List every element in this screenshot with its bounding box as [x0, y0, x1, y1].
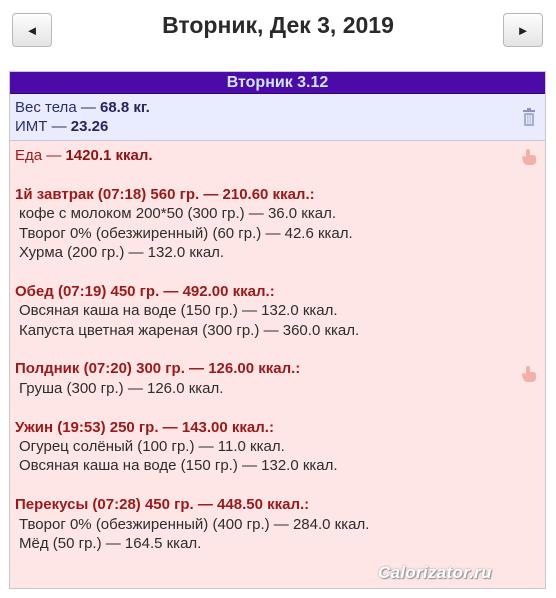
food-item[interactable]: кофе с молоком 200*50 (300 гр.) — 36.0 к… [15, 204, 545, 223]
meal-breakfast[interactable]: 1й завтрак (07:18) 560 гр. — 210.60 ккал… [15, 185, 545, 263]
right-triangle-icon: ► [516, 22, 530, 38]
bmi-row: ИМТ — 23.26 [15, 117, 545, 136]
bmi-value: 23.26 [70, 118, 109, 135]
date-navigation-bar: ◄ Вторник, Дек 3, 2019 ► [0, 0, 556, 62]
next-day-button[interactable]: ► [503, 13, 543, 47]
previous-day-button[interactable]: ◄ [12, 13, 52, 47]
meal-title: Полдник (07:20) 300 гр. — 126.00 ккал.: [15, 360, 301, 378]
food-item[interactable]: Мёд (50 гр.) — 164.5 ккал. [15, 534, 545, 553]
day-header: Вторник 3.12 [10, 72, 545, 94]
meal-title: Перекусы (07:28) 450 гр. — 448.50 ккал.: [15, 496, 310, 514]
meal-dinner[interactable]: Ужин (19:53) 250 гр. — 143.00 ккал.: Огу… [15, 418, 545, 476]
food-item[interactable]: Хурма (200 гр.) — 132.0 ккал. [15, 243, 545, 262]
meal-afternoon-snack[interactable]: Полдник (07:20) 300 гр. — 126.00 ккал.: … [15, 359, 545, 398]
meal-lunch[interactable]: Обед (07:19) 450 гр. — 492.00 ккал.: Овс… [15, 282, 545, 340]
food-item[interactable]: Овсяная каша на воде (150 гр.) — 132.0 к… [15, 301, 545, 320]
food-item[interactable]: Творог 0% (обезжиренный) (400 гр.) — 284… [15, 515, 545, 534]
food-block[interactable]: Еда — 1420.1 ккал. 1й завтрак (07:18) 56… [10, 141, 545, 553]
weight-row: Вес тела — 68.8 кг. [15, 98, 545, 117]
date-title: Вторник, Дек 3, 2019 [162, 12, 394, 38]
meal-title: Ужин (19:53) 250 гр. — 143.00 ккал.: [15, 418, 274, 436]
meal-snacks[interactable]: Перекусы (07:28) 450 гр. — 448.50 ккал.:… [15, 495, 545, 553]
meal-title: Обед (07:19) 450 гр. — 492.00 ккал.: [15, 282, 275, 300]
watermark: Calorizator.ru [378, 563, 492, 582]
body-metrics-block[interactable]: Вес тела — 68.8 кг. ИМТ — 23.26 [10, 94, 545, 141]
hand-icon[interactable] [521, 365, 537, 383]
food-item[interactable]: Творог 0% (обезжиренный) (60 гр.) — 42.6… [15, 224, 545, 243]
food-item[interactable]: Огурец солёный (100 гр.) — 11.0 ккал. [15, 437, 545, 456]
food-total: 1420.1 ккал. [65, 147, 153, 164]
food-total-row: Еда — 1420.1 ккал. [15, 146, 545, 165]
food-item[interactable]: Груша (300 гр.) — 126.0 ккал. [15, 379, 545, 398]
day-panel: Вторник 3.12 Вес тела — 68.8 кг. ИМТ — 2… [9, 71, 546, 589]
food-item[interactable]: Капуста цветная жареная (300 гр.) — 360.… [15, 321, 545, 340]
weight-label: Вес тела — [15, 99, 96, 116]
food-label: Еда — [15, 147, 62, 164]
hand-icon[interactable] [521, 148, 537, 166]
weight-value: 68.8 кг. [100, 99, 150, 116]
trash-icon[interactable] [522, 108, 536, 126]
bmi-label: ИМТ — [15, 118, 67, 135]
food-item[interactable]: Овсяная каша на воде (150 гр.) — 132.0 к… [15, 456, 545, 475]
left-triangle-icon: ◄ [25, 22, 39, 38]
meal-title: 1й завтрак (07:18) 560 гр. — 210.60 ккал… [15, 185, 315, 203]
